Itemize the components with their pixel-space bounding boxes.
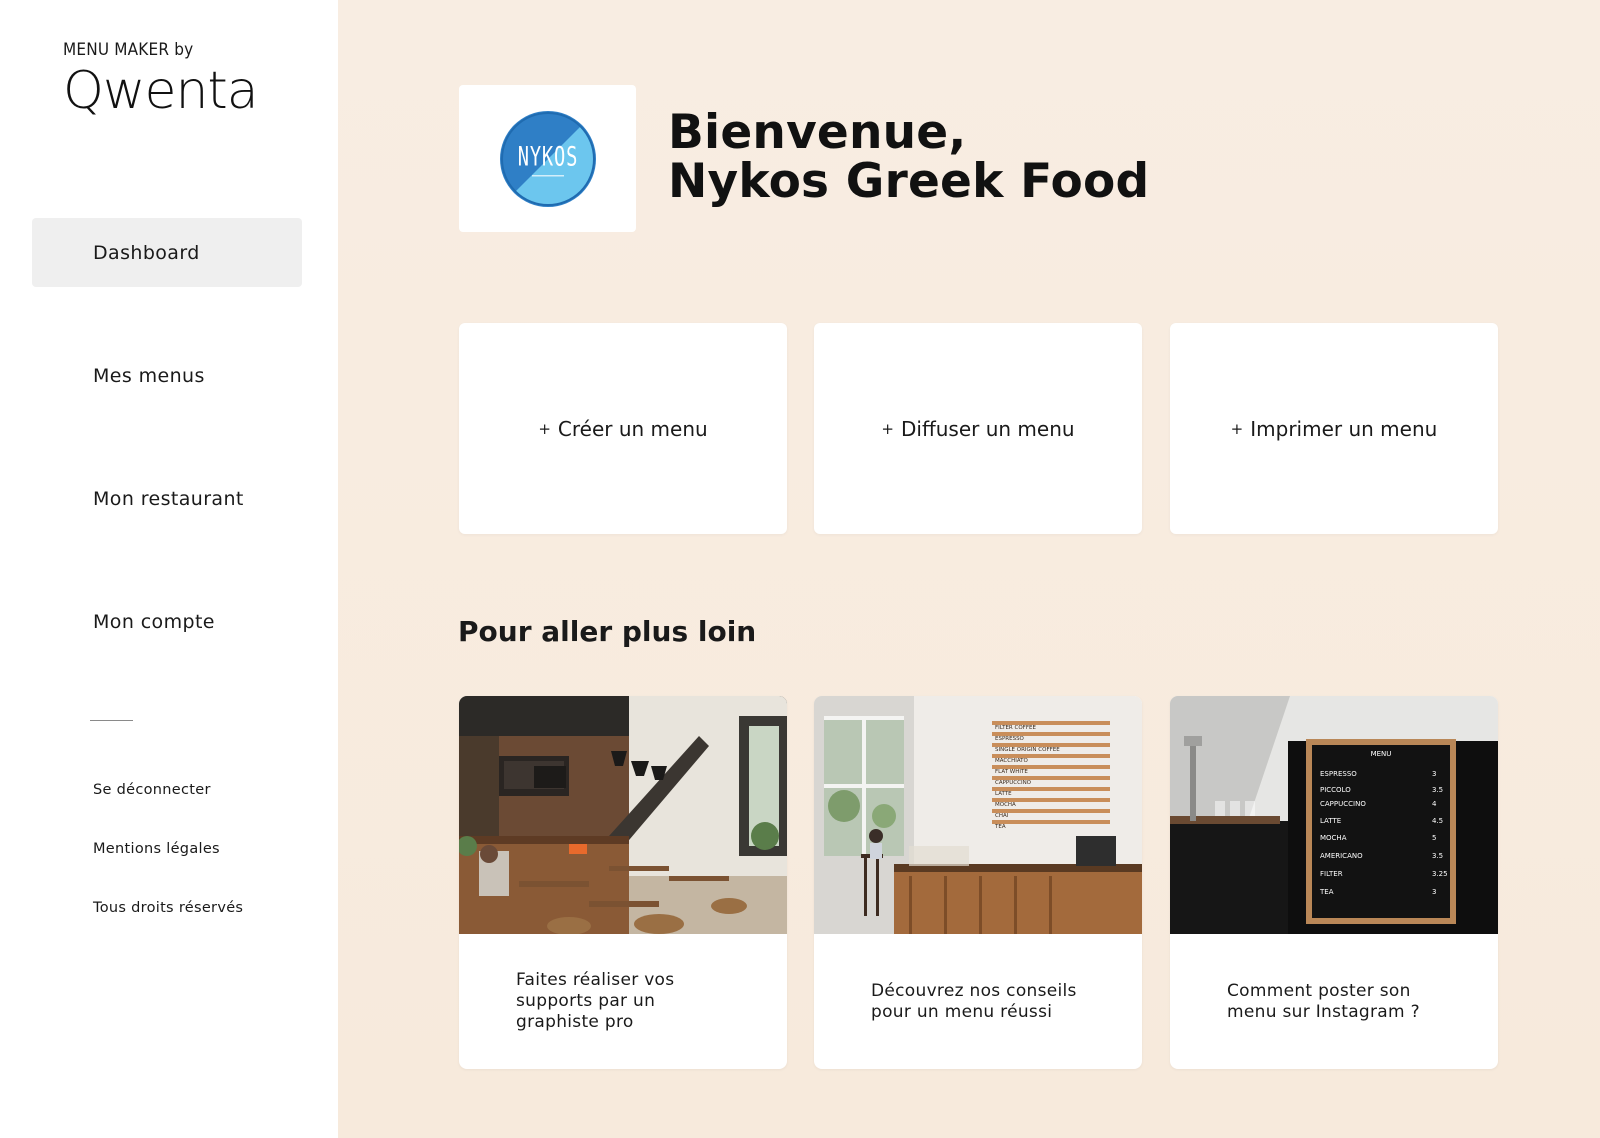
sidebar-item-mon-restaurant[interactable]: Mon restaurant bbox=[32, 464, 302, 533]
plus-icon: + bbox=[881, 419, 894, 438]
article-card-instagram[interactable]: MENU ESPRESSO 3 PICCOLO 3.5 CAPPUCCINO 4… bbox=[1170, 696, 1498, 1069]
chalkboard-menu-photo: MENU ESPRESSO 3 PICCOLO 3.5 CAPPUCCINO 4… bbox=[1170, 696, 1498, 934]
wall-board-item: LATTE bbox=[995, 791, 1012, 797]
article-label: Comment poster son menu sur Instagram ? bbox=[1227, 980, 1420, 1022]
chalkboard-item-name: FILTER bbox=[1320, 870, 1343, 878]
action-label: Diffuser un menu bbox=[901, 416, 1075, 441]
share-menu-button[interactable]: + Diffuser un menu bbox=[814, 323, 1142, 534]
wall-board-item: MOCHA bbox=[995, 802, 1016, 808]
wall-board-item: FLAT WHITE bbox=[995, 769, 1028, 775]
logout-link[interactable]: Se déconnecter bbox=[93, 782, 211, 798]
wall-board-item: SINGLE ORIGIN COFFEE bbox=[995, 747, 1060, 753]
chalkboard-item-price: 3 bbox=[1432, 888, 1436, 896]
cafe-interior-photo bbox=[459, 696, 787, 934]
wall-board-item: CAPPUCCINO bbox=[995, 780, 1032, 786]
section-title: Pour aller plus loin bbox=[458, 615, 757, 648]
wall-board-item: ESPRESSO bbox=[995, 736, 1025, 742]
restaurant-logo-card[interactable]: NYKOS bbox=[459, 85, 636, 232]
greeting: Bienvenue, bbox=[668, 105, 967, 160]
restaurant-logo: NYKOS bbox=[499, 110, 596, 207]
chalkboard-item-price: 3.5 bbox=[1432, 786, 1443, 794]
plus-icon: + bbox=[538, 419, 551, 438]
chalkboard-menu: MENU ESPRESSO 3 PICCOLO 3.5 CAPPUCCINO 4… bbox=[1306, 739, 1456, 924]
chalkboard-item-name: MOCHA bbox=[1320, 834, 1347, 842]
chalkboard-item-price: 4.5 bbox=[1432, 817, 1443, 825]
chalkboard-item-price: 5 bbox=[1432, 834, 1436, 842]
brand-tagline: MENU MAKER by bbox=[63, 40, 194, 60]
rights-reserved-link[interactable]: Tous droits réservés bbox=[93, 900, 243, 916]
action-label: Imprimer un menu bbox=[1250, 416, 1438, 441]
chalkboard-item-price: 3.25 bbox=[1432, 870, 1448, 878]
legal-notice-link[interactable]: Mentions légales bbox=[93, 841, 220, 857]
chalkboard-item-price: 4 bbox=[1432, 800, 1437, 808]
chalkboard-item-price: 3 bbox=[1432, 770, 1436, 778]
sidebar-item-label: Mon compte bbox=[93, 610, 215, 633]
wall-board-item: FILTER COFFEE bbox=[995, 725, 1036, 731]
wall-board-item: TEA bbox=[994, 824, 1006, 830]
chalkboard-item-name: AMERICANO bbox=[1320, 852, 1363, 860]
sidebar-item-label: Dashboard bbox=[93, 241, 200, 264]
create-menu-button[interactable]: + Créer un menu bbox=[459, 323, 787, 534]
sidebar-divider bbox=[90, 720, 133, 721]
article-card-menu-tips[interactable]: FILTER COFFEE ESPRESSO SINGLE ORIGIN COF… bbox=[814, 696, 1142, 1069]
brand-name: Qwenta bbox=[63, 64, 258, 120]
article-label: Découvrez nos conseils pour un menu réus… bbox=[871, 980, 1077, 1022]
plus-icon: + bbox=[1230, 419, 1244, 438]
chalkboard-item-name: LATTE bbox=[1320, 817, 1341, 825]
brand[interactable]: MENU MAKER by Qwenta bbox=[63, 40, 273, 120]
chalkboard-item-name: TEA bbox=[1319, 888, 1334, 896]
article-label: Faites réaliser vos supports par un grap… bbox=[516, 970, 675, 1032]
sidebar: MENU MAKER by Qwenta Dashboard Mes menus… bbox=[0, 0, 338, 1138]
coffee-bar-menu-board-photo: FILTER COFFEE ESPRESSO SINGLE ORIGIN COF… bbox=[814, 696, 1142, 934]
sidebar-item-mes-menus[interactable]: Mes menus bbox=[32, 341, 302, 410]
chalkboard-item-name: PICCOLO bbox=[1320, 786, 1351, 794]
article-card-graphic-designer[interactable]: Faites réaliser vos supports par un grap… bbox=[459, 696, 787, 1069]
sidebar-item-label: Mes menus bbox=[93, 364, 205, 387]
wall-board-item: CHAI bbox=[995, 813, 1009, 819]
print-menu-button[interactable]: + Imprimer un menu bbox=[1170, 323, 1498, 534]
wall-board-item: MACCHIATO bbox=[995, 758, 1029, 764]
sidebar-item-label: Mon restaurant bbox=[93, 487, 244, 510]
page-title: Bienvenue, Nykos Greek Food bbox=[668, 108, 1149, 206]
sidebar-item-dashboard[interactable]: Dashboard bbox=[32, 218, 302, 287]
chalkboard-title: MENU bbox=[1371, 750, 1392, 758]
restaurant-logo-text: NYKOS bbox=[517, 142, 578, 172]
restaurant-name: Nykos Greek Food bbox=[668, 154, 1150, 209]
chalkboard-item-name: ESPRESSO bbox=[1320, 770, 1357, 778]
qwenta-logo: Qwenta bbox=[63, 64, 259, 120]
chalkboard-item-name: CAPPUCCINO bbox=[1320, 800, 1366, 808]
action-label: Créer un menu bbox=[557, 416, 708, 441]
sidebar-item-mon-compte[interactable]: Mon compte bbox=[32, 587, 302, 656]
chalkboard-item-price: 3.5 bbox=[1432, 852, 1443, 860]
